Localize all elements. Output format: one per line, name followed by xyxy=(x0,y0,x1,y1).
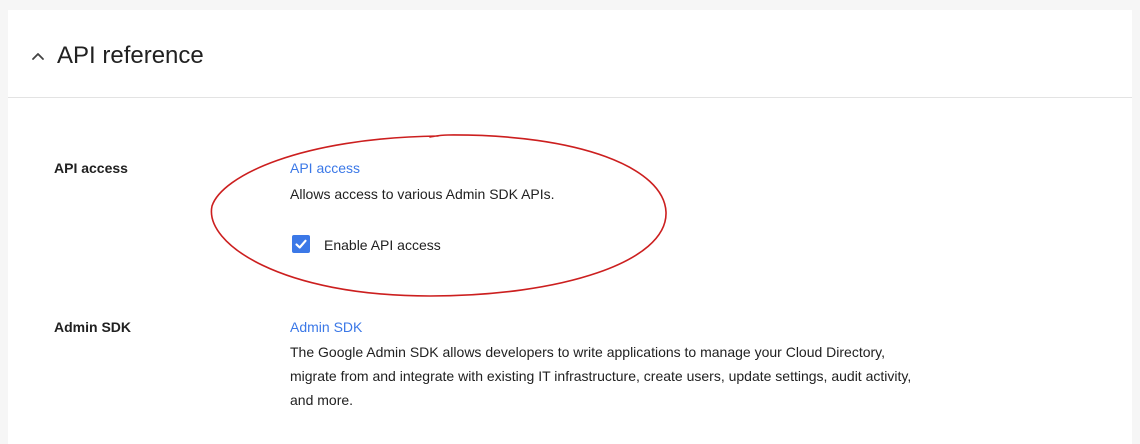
admin-sdk-description-line-2: migrate from and integrate with existing… xyxy=(290,368,912,384)
enable-api-access-label[interactable]: Enable API access xyxy=(324,236,441,254)
row-label-admin-sdk: Admin SDK xyxy=(54,319,131,335)
api-access-link[interactable]: API access xyxy=(290,159,360,177)
enable-api-access-checkbox[interactable] xyxy=(292,235,310,253)
section-title: API reference xyxy=(57,42,204,69)
row-label-api-access: API access xyxy=(54,160,128,176)
admin-sdk-description-line-3: and more. xyxy=(290,392,354,408)
api-access-description: Allows access to various Admin SDK APIs. xyxy=(290,186,555,202)
chevron-up-icon[interactable] xyxy=(30,48,46,64)
section-header[interactable]: API reference xyxy=(8,10,1132,98)
checkmark-icon xyxy=(295,239,307,249)
admin-sdk-link[interactable]: Admin SDK xyxy=(290,318,362,336)
admin-sdk-description-line-1: The Google Admin SDK allows developers t… xyxy=(290,344,886,360)
